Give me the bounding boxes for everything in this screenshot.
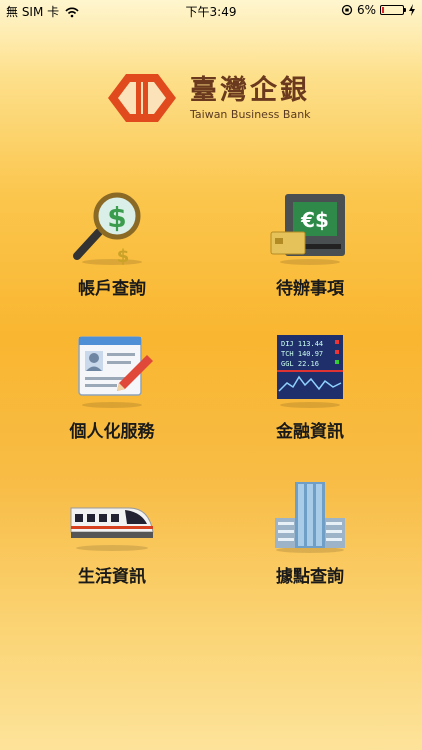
orientation-lock-icon — [341, 4, 353, 16]
menu-label: 生活資訊 — [78, 567, 146, 587]
office-building-icon — [275, 482, 345, 553]
bank-logo: 臺灣企銀 Taiwan Business Bank — [106, 72, 311, 124]
menu-personalization[interactable]: 個人化服務 — [37, 333, 187, 442]
svg-text:$: $ — [107, 201, 126, 234]
menu-life-info[interactable]: 生活資訊 — [37, 478, 187, 587]
high-speed-train-icon — [70, 507, 154, 551]
menu-financial-info[interactable]: DIJ 113.44 TCH 140.97 GGL 22.16 金融資訊 — [235, 333, 385, 442]
svg-text:DIJ 113.44: DIJ 113.44 — [281, 340, 323, 348]
svg-text:€$: €$ — [300, 208, 329, 232]
menu-label: 據點查詢 — [276, 567, 344, 587]
svg-text:$: $ — [117, 246, 130, 266]
menu-label: 帳戶查詢 — [78, 279, 146, 299]
profile-card-pencil-icon — [78, 336, 153, 408]
menu-label: 個人化服務 — [69, 422, 155, 442]
svg-text:TCH 140.97: TCH 140.97 — [281, 350, 323, 358]
stock-ticker-icon: DIJ 113.44 TCH 140.97 GGL 22.16 — [277, 335, 343, 408]
bank-name-cn: 臺灣企銀 — [190, 74, 310, 106]
atm-card-icon: €$ — [270, 194, 345, 265]
menu-label: 金融資訊 — [276, 422, 344, 442]
svg-text:GGL 22.16: GGL 22.16 — [281, 360, 319, 368]
charging-bolt-icon — [409, 4, 415, 16]
status-bar: 無 SIM 卡 下午3:49 6% — [0, 0, 422, 20]
menu-branch-locator[interactable]: 據點查詢 — [235, 478, 385, 587]
tbb-logo-mark — [108, 74, 176, 122]
bank-name-en: Taiwan Business Bank — [190, 107, 311, 121]
menu-todo[interactable]: €$ 待辦事項 — [235, 190, 385, 299]
battery-icon — [380, 5, 406, 15]
magnifier-dollar-icon: $ $ — [73, 192, 142, 266]
battery-percent: 6% — [356, 3, 376, 17]
menu-label: 待辦事項 — [276, 279, 344, 299]
menu-account-inquiry[interactable]: $ $ 帳戶查詢 — [37, 190, 187, 299]
